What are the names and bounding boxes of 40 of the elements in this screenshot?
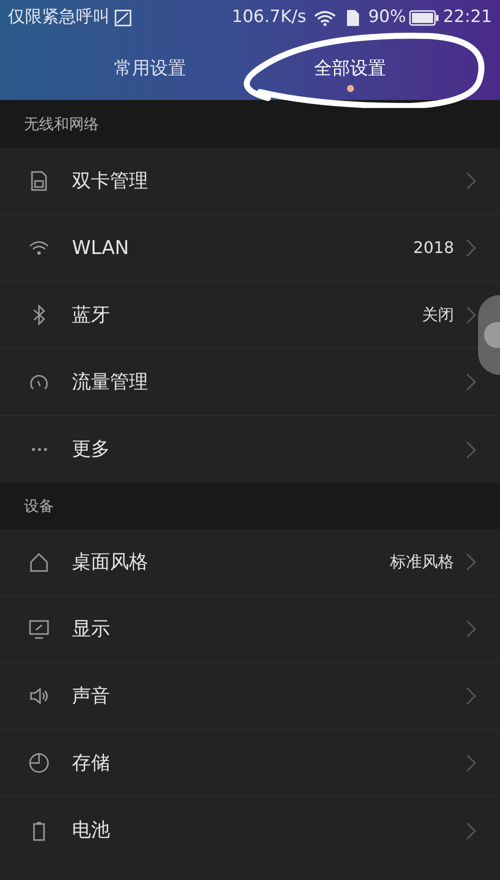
image-icon [114, 9, 132, 27]
row-label: 电池 [72, 818, 111, 844]
carrier-text: 仅限紧急呼叫 [8, 6, 110, 30]
chevron-right-icon [466, 553, 476, 571]
row-label: WLAN [72, 236, 130, 261]
speaker-icon [28, 685, 50, 707]
sim-card-icon [346, 9, 360, 27]
row-label: 双卡管理 [72, 168, 149, 194]
monitor-icon [28, 618, 50, 640]
battery-icon [409, 10, 439, 26]
row-label: 声音 [72, 684, 111, 709]
chevron-right-icon [466, 172, 476, 190]
chevron-right-icon [466, 822, 476, 840]
section-header: 无线和网络 [24, 114, 99, 135]
chevron-right-icon [466, 754, 476, 772]
row-value: 2018 [413, 237, 454, 259]
row-label: 显示 [72, 616, 111, 642]
row-label: 存储 [72, 750, 111, 776]
row-value: 关闭 [422, 304, 454, 326]
wifi-icon [314, 10, 336, 26]
tab[interactable]: 全部设置 [250, 36, 450, 100]
row-value: 标准风格 [390, 551, 454, 573]
chevron-right-icon [466, 687, 476, 705]
chevron-right-icon [466, 373, 476, 391]
network-speed: 106.7K/s [232, 6, 306, 30]
row-label: 桌面风格 [72, 550, 149, 575]
clock-time: 22:21 [443, 6, 492, 30]
tab[interactable]: 常用设置 [50, 36, 250, 100]
row-label: 流量管理 [72, 370, 149, 395]
chevron-right-icon [466, 306, 476, 324]
row-label: 蓝牙 [72, 302, 111, 328]
chevron-right-icon [466, 239, 476, 257]
chevron-right-icon [466, 620, 476, 638]
home-icon [28, 551, 50, 573]
more-icon [32, 448, 46, 451]
pie-chart-icon [28, 752, 50, 774]
row-label: 更多 [72, 437, 111, 462]
battery-percent: 90% [368, 6, 406, 30]
section-header: 设备 [24, 496, 54, 517]
chevron-right-icon [466, 440, 476, 458]
